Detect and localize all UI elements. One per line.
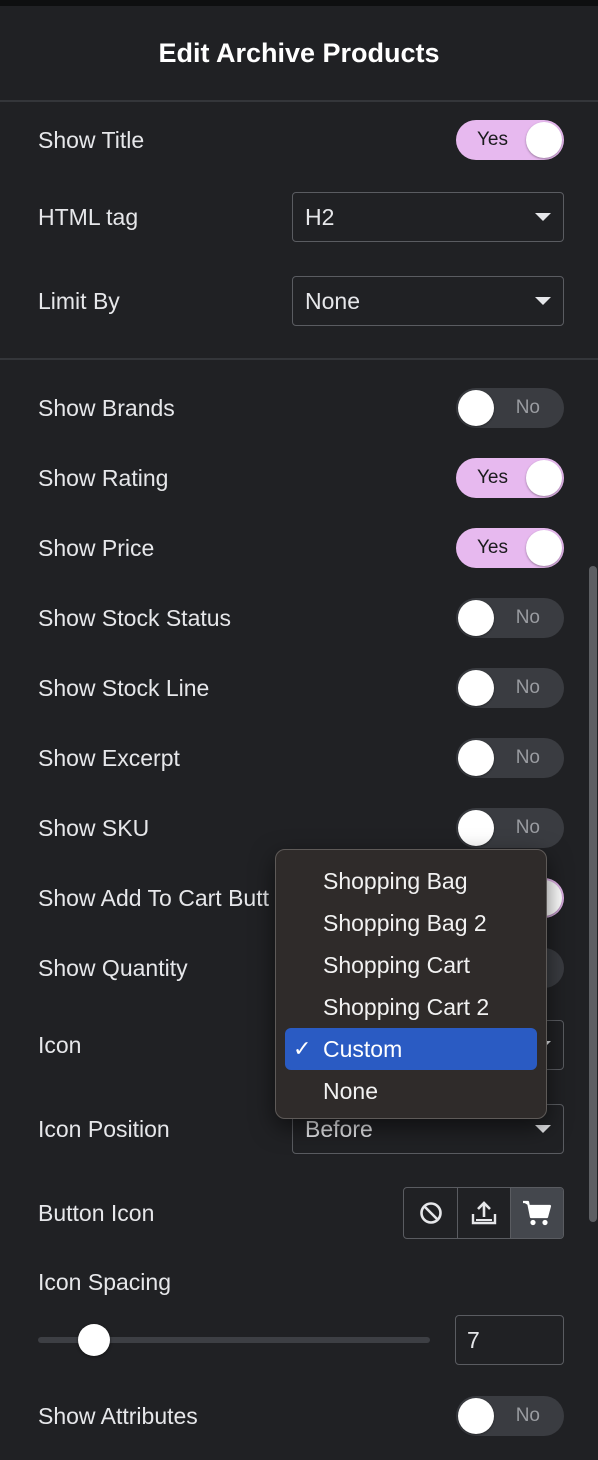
option-label: None — [323, 1077, 378, 1104]
show-sku-label: Show SKU — [38, 814, 150, 841]
show-sku-toggle[interactable]: No — [456, 808, 564, 848]
chevron-down-icon — [535, 1125, 551, 1133]
button-icon-label: Button Icon — [38, 1199, 155, 1226]
toggle-knob — [458, 390, 494, 426]
row-html-tag: HTML tag H2 — [38, 191, 564, 243]
show-price-toggle[interactable]: Yes — [456, 528, 564, 568]
icon-spacing-label: Icon Spacing — [38, 1268, 171, 1295]
show-title-toggle[interactable]: Yes — [456, 120, 564, 160]
limit-by-select[interactable]: None — [292, 276, 564, 326]
row-show-sku: Show SKU No — [38, 802, 564, 854]
scrollbar[interactable] — [589, 566, 597, 1222]
toggle-text: No — [515, 397, 540, 418]
show-quantity-label: Show Quantity — [38, 954, 188, 981]
row-show-price: Show Price Yes — [38, 522, 564, 574]
toggle-text: No — [515, 677, 540, 698]
upload-icon[interactable] — [457, 1188, 510, 1238]
dropdown-option[interactable]: Shopping Cart — [285, 944, 537, 986]
icon-dropdown-menu: Shopping Bag Shopping Bag 2 Shopping Car… — [275, 849, 547, 1119]
show-excerpt-toggle[interactable]: No — [456, 738, 564, 778]
show-rating-label: Show Rating — [38, 464, 169, 491]
toggle-text: Yes — [477, 129, 508, 150]
toggle-knob — [458, 670, 494, 706]
option-label: Custom — [323, 1035, 403, 1062]
panel-title: Edit Archive Products — [158, 37, 440, 68]
header-divider — [0, 100, 598, 102]
select-value: Before — [305, 1115, 373, 1142]
toggle-text: No — [515, 1405, 540, 1426]
ban-icon[interactable] — [404, 1188, 457, 1238]
show-brands-label: Show Brands — [38, 394, 175, 421]
show-stock-line-toggle[interactable]: No — [456, 668, 564, 708]
toggle-text: No — [515, 607, 540, 628]
row-show-stock-status: Show Stock Status No — [38, 592, 564, 644]
cart-icon[interactable] — [510, 1188, 563, 1238]
show-attributes-label: Show Attributes — [38, 1402, 198, 1429]
icon-label: Icon — [38, 1031, 82, 1058]
row-button-icon: Button Icon — [38, 1187, 564, 1239]
row-show-rating: Show Rating Yes — [38, 452, 564, 504]
show-excerpt-label: Show Excerpt — [38, 744, 180, 771]
icon-spacing-input[interactable]: 7 — [455, 1315, 564, 1365]
show-brands-toggle[interactable]: No — [456, 388, 564, 428]
dropdown-option[interactable]: Shopping Cart 2 — [285, 986, 537, 1028]
icon-spacing-value: 7 — [467, 1326, 480, 1353]
show-price-label: Show Price — [38, 534, 155, 561]
toggle-text: No — [515, 817, 540, 838]
section-divider — [0, 358, 598, 360]
show-stock-status-label: Show Stock Status — [38, 604, 232, 631]
toggle-knob — [458, 1398, 494, 1434]
option-label: Shopping Bag — [323, 867, 468, 894]
slider-handle[interactable] — [78, 1324, 110, 1356]
toggle-knob — [526, 122, 562, 158]
select-value: H2 — [305, 203, 335, 230]
row-show-attributes: Show Attributes No — [38, 1390, 564, 1442]
toggle-text: Yes — [477, 537, 508, 558]
limit-by-label: Limit By — [38, 287, 120, 314]
row-limit-by: Limit By None — [38, 275, 564, 327]
dropdown-option[interactable]: Shopping Bag — [285, 860, 537, 902]
row-show-brands: Show Brands No — [38, 382, 564, 434]
toggle-knob — [458, 600, 494, 636]
show-add-to-cart-label: Show Add To Cart Butt — [38, 884, 269, 911]
option-label: Shopping Cart 2 — [323, 993, 490, 1020]
show-stock-status-toggle[interactable]: No — [456, 598, 564, 638]
html-tag-label: HTML tag — [38, 203, 139, 230]
dropdown-option[interactable]: Shopping Bag 2 — [285, 902, 537, 944]
checkmark-icon: ✓ — [293, 1036, 312, 1061]
toggle-knob — [458, 810, 494, 846]
show-stock-line-label: Show Stock Line — [38, 674, 210, 701]
chevron-down-icon — [535, 213, 551, 221]
button-icon-group — [403, 1187, 564, 1239]
toggle-text: Yes — [477, 467, 508, 488]
toggle-knob — [526, 530, 562, 566]
row-icon-spacing: Icon Spacing — [38, 1256, 564, 1308]
show-title-label: Show Title — [38, 126, 145, 153]
dropdown-option[interactable]: None — [285, 1070, 537, 1112]
row-show-title: Show Title Yes — [38, 114, 564, 166]
select-value: None — [305, 287, 360, 314]
show-attributes-toggle[interactable]: No — [456, 1396, 564, 1436]
toggle-knob — [526, 460, 562, 496]
row-show-excerpt: Show Excerpt No — [38, 732, 564, 784]
option-label: Shopping Cart — [323, 951, 471, 978]
html-tag-select[interactable]: H2 — [292, 192, 564, 242]
icon-position-label: Icon Position — [38, 1115, 170, 1142]
show-rating-toggle[interactable]: Yes — [456, 458, 564, 498]
toggle-text: No — [515, 747, 540, 768]
dropdown-option-selected[interactable]: ✓ Custom — [285, 1028, 537, 1070]
row-show-stock-line: Show Stock Line No — [38, 662, 564, 714]
toggle-knob — [458, 740, 494, 776]
option-label: Shopping Bag 2 — [323, 909, 487, 936]
chevron-down-icon — [535, 297, 551, 305]
